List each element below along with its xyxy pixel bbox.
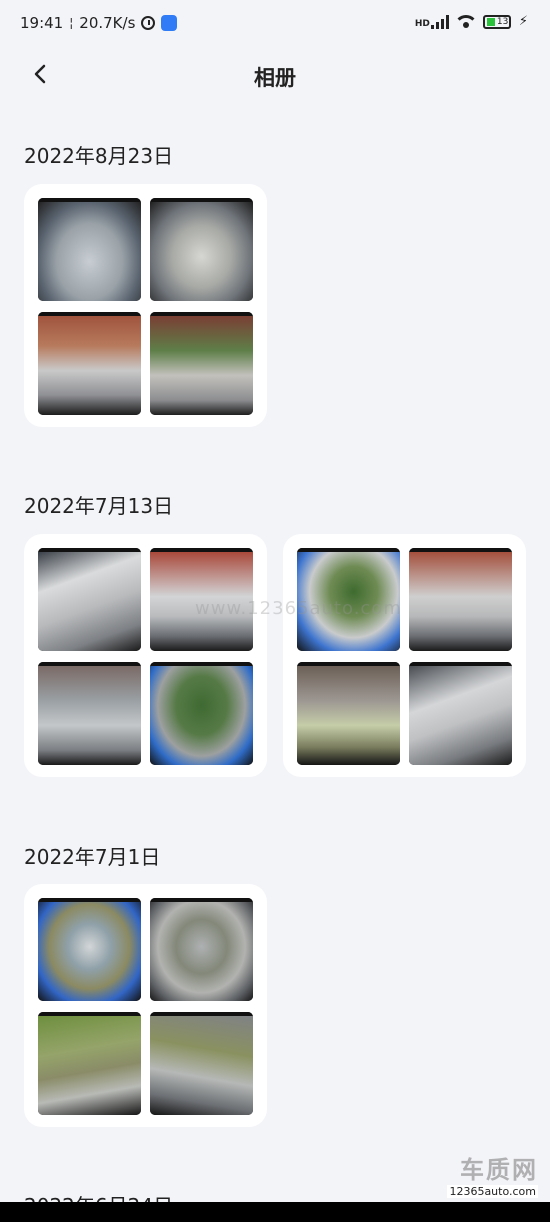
page-header: 相册 — [0, 50, 550, 100]
photo-thumbnail[interactable] — [38, 898, 141, 1001]
bottom-bar — [0, 1202, 550, 1222]
photo-thumbnail[interactable] — [150, 1012, 253, 1115]
photo-thumbnail[interactable] — [38, 1012, 141, 1115]
signal-icon — [430, 14, 449, 29]
photo-thumbnail[interactable] — [150, 198, 253, 301]
hd-label: HD — [414, 18, 430, 29]
wifi-icon — [456, 14, 475, 29]
album-card[interactable] — [24, 534, 267, 777]
brand-watermark: 车质网 12365auto.com — [447, 1150, 538, 1198]
photo-thumbnail[interactable] — [150, 898, 253, 1001]
section-date-label: 2022年7月1日 — [24, 845, 161, 869]
status-bar: 19:41 ¦ 20.7K/s HD 13 ⚡ — [0, 0, 550, 50]
battery-icon: 13 — [482, 14, 511, 29]
status-bar-right: HD 13 ⚡ — [415, 14, 528, 29]
status-bar-left: 19:41 ¦ 20.7K/s — [20, 14, 178, 32]
photo-thumbnail[interactable] — [409, 548, 512, 651]
photo-thumbnail[interactable] — [297, 662, 400, 765]
photo-thumbnail[interactable] — [150, 312, 253, 415]
alarm-icon — [141, 16, 156, 30]
status-separator: ¦ — [69, 16, 74, 30]
photo-thumbnail[interactable] — [38, 662, 141, 765]
photo-thumbnail[interactable] — [150, 662, 253, 765]
section-date-label: 2022年7月13日 — [24, 494, 174, 518]
photo-thumbnail[interactable] — [38, 548, 141, 651]
photo-thumbnail[interactable] — [409, 662, 512, 765]
status-net-speed: 20.7K/s — [79, 14, 136, 32]
app-badge-icon — [161, 15, 178, 31]
photo-thumbnail[interactable] — [38, 312, 141, 415]
brand-url: 12365auto.com — [447, 1185, 538, 1198]
charging-icon: ⚡ — [518, 14, 528, 29]
brand-name: 车质网 — [460, 1156, 538, 1184]
section-date-label: 2022年8月23日 — [24, 144, 174, 168]
album-card[interactable] — [24, 184, 267, 427]
battery-level: 13 — [496, 16, 509, 27]
album-card[interactable] — [24, 884, 267, 1127]
status-time: 19:41 — [20, 14, 64, 32]
photo-thumbnail[interactable] — [38, 198, 141, 301]
watermark-text: www.12365auto.com — [195, 598, 402, 619]
album-card[interactable] — [283, 534, 526, 777]
page-title: 相册 — [254, 66, 296, 90]
